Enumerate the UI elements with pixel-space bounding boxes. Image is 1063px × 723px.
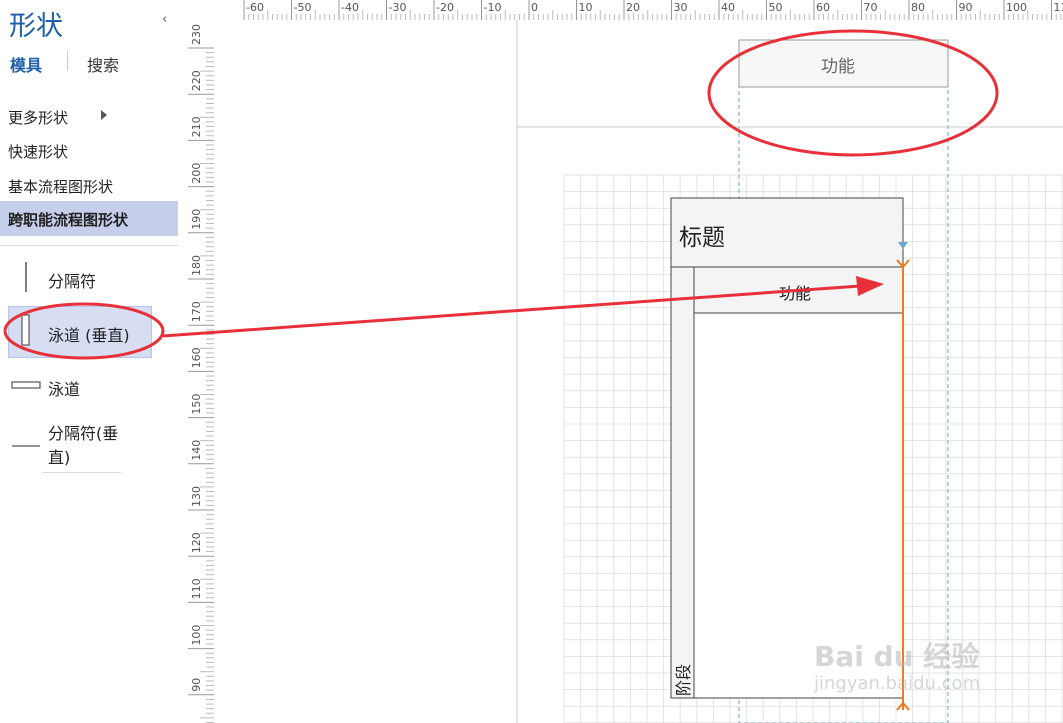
- ruler-label: 110: [1054, 1, 1063, 14]
- ruler-label: 180: [190, 255, 203, 276]
- shape-label-line1: 分隔符(垂: [48, 424, 119, 443]
- submenu-arrow-icon: [101, 110, 107, 120]
- ruler-label: -20: [436, 1, 454, 14]
- shape-vertical-swimlane[interactable]: 泳道 (垂直): [0, 311, 178, 351]
- ruler-label: -60: [246, 1, 264, 14]
- horizontal-swimlane-icon: [11, 381, 41, 389]
- drag-preview-label: 功能: [821, 57, 855, 77]
- ruler-label: 40: [721, 1, 735, 14]
- ruler-label: -40: [341, 1, 359, 14]
- ruler-label: 120: [190, 532, 203, 553]
- diagram-title[interactable]: 标题: [679, 218, 725, 252]
- shape-horizontal-separator[interactable]: 分隔符(垂 直): [0, 418, 178, 468]
- drawing-canvas[interactable]: 功能 标题 功能 阶段 Bai du 经验 jingyan.baidu.com: [214, 20, 1063, 723]
- canvas-drawing: [516, 20, 1063, 723]
- ruler-label: 230: [190, 24, 203, 45]
- category-basic-flowchart[interactable]: 基本流程图形状: [8, 176, 113, 197]
- panel-title: 形状: [9, 11, 63, 42]
- tab-search[interactable]: 搜索: [87, 52, 119, 76]
- ruler-label: 70: [864, 1, 878, 14]
- ruler-label: 10: [579, 1, 593, 14]
- ruler-label: -10: [484, 1, 502, 14]
- divider: [42, 472, 121, 473]
- ruler-label: 20: [626, 1, 640, 14]
- shape-label: 泳道 (垂直): [48, 326, 130, 345]
- category-cross-functional[interactable]: 跨职能流程图形状: [8, 209, 128, 230]
- tab-stencils[interactable]: 模具: [10, 52, 42, 76]
- watermark-url: jingyan.baidu.com: [814, 673, 981, 694]
- chevron-left-icon[interactable]: ‹: [162, 12, 167, 27]
- shape-label-line2: 直): [48, 448, 71, 467]
- ruler-label: 0: [531, 1, 538, 14]
- horizontal-separator-icon: [12, 445, 40, 447]
- vertical-swimlane-icon: [21, 314, 30, 346]
- shape-separator[interactable]: 分隔符: [0, 258, 178, 298]
- ruler-label: 170: [190, 301, 203, 322]
- shapes-panel: 形状 ‹ 模具 搜索 更多形状 快速形状 基本流程图形状 跨职能流程图形状 分隔…: [0, 0, 188, 723]
- ruler-label: 130: [190, 486, 203, 507]
- ruler-label: -30: [389, 1, 407, 14]
- ruler-label: -50: [294, 1, 312, 14]
- ruler-label: 200: [190, 163, 203, 184]
- phase-bar[interactable]: [670, 266, 695, 699]
- ruler-label: 210: [190, 116, 203, 137]
- ruler-label: 50: [769, 1, 783, 14]
- vertical-separator-icon: [25, 262, 27, 292]
- category-more-shapes[interactable]: 更多形状: [8, 107, 68, 128]
- tab-separator: [67, 51, 68, 71]
- ruler-label: 160: [190, 347, 203, 368]
- ruler-label: 90: [190, 678, 203, 692]
- vertical-ruler: 230 220 210 200 190 180 170 160 150 140 130 120 110 1…: [188, 0, 215, 723]
- ruler-label: 30: [674, 1, 688, 14]
- phase-label[interactable]: 阶段: [670, 664, 694, 696]
- divider: [0, 245, 178, 246]
- shape-horizontal-swimlane[interactable]: 泳道: [0, 368, 178, 408]
- ruler-label: 60: [816, 1, 830, 14]
- shape-label: 泳道: [48, 380, 81, 399]
- ruler-label: 140: [190, 440, 203, 461]
- ruler-label: 150: [190, 394, 203, 415]
- lane-label[interactable]: 功能: [779, 280, 811, 304]
- watermark-logo: Bai du 经验: [814, 640, 980, 673]
- ruler-label: 100: [190, 625, 203, 646]
- ruler-label: 220: [190, 70, 203, 91]
- horizontal-ruler: -60 -50 -40 -30 -20 -10 0 10 20 30 40 50 60 70 80 90 100…: [214, 0, 1063, 21]
- ruler-label: 80: [911, 1, 925, 14]
- ruler-label: 190: [190, 209, 203, 230]
- category-quick-shapes[interactable]: 快速形状: [8, 141, 68, 162]
- shape-label: 分隔符: [48, 272, 97, 291]
- ruler-label: 90: [959, 1, 973, 14]
- ruler-label: 100: [1006, 1, 1027, 14]
- ruler-label: 110: [190, 578, 203, 599]
